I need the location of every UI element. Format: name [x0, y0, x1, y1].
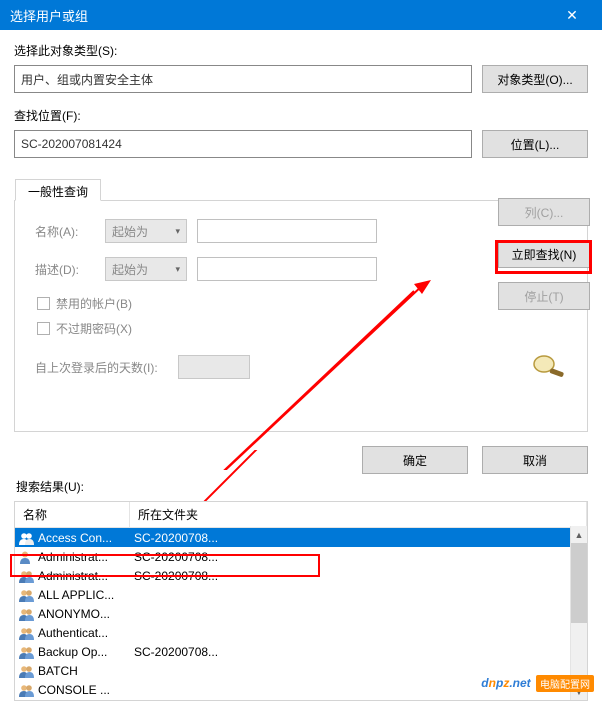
- non-expiring-password-label: 不过期密码(X): [56, 320, 132, 337]
- cell-name: Authenticat...: [15, 626, 130, 640]
- chevron-down-icon: ▾: [175, 264, 180, 275]
- cell-name: BATCH: [15, 664, 130, 678]
- description-combo[interactable]: 起始为▾: [105, 257, 187, 281]
- disabled-accounts-label: 禁用的帐户(B): [56, 295, 132, 312]
- columns-button[interactable]: 列(C)...: [498, 198, 590, 226]
- table-row[interactable]: ALL APPLIC...: [15, 585, 587, 604]
- object-types-button[interactable]: 对象类型(O)...: [482, 65, 588, 93]
- non-expiring-password-checkbox[interactable]: [37, 322, 50, 335]
- object-type-label: 选择此对象类型(S):: [14, 42, 588, 59]
- days-since-logon-label: 自上次登录后的天数(I):: [35, 359, 158, 376]
- chevron-down-icon: ▾: [175, 226, 180, 237]
- cell-name: Backup Op...: [15, 645, 130, 659]
- cell-name: CONSOLE ...: [15, 683, 130, 697]
- cell-name: Administrat...: [15, 569, 130, 583]
- name-input[interactable]: [197, 219, 377, 243]
- close-icon[interactable]: ✕: [552, 7, 592, 24]
- window-title: 选择用户或组: [10, 6, 88, 25]
- cell-location: SC-20200708...: [130, 645, 587, 659]
- cell-name: ALL APPLIC...: [15, 588, 130, 602]
- cell-name: ANONYMO...: [15, 607, 130, 621]
- column-location[interactable]: 所在文件夹: [130, 502, 587, 527]
- tab-common-queries[interactable]: 一般性查询: [15, 179, 101, 201]
- table-row[interactable]: Administrat...SC-20200708...: [15, 566, 587, 585]
- cancel-button[interactable]: 取消: [482, 446, 588, 474]
- table-row[interactable]: Authenticat...: [15, 623, 587, 642]
- scrollbar-thumb[interactable]: [571, 543, 587, 623]
- cell-name: Administrat...: [15, 550, 130, 564]
- titlebar: 选择用户或组 ✕: [0, 0, 602, 30]
- scroll-up-icon[interactable]: ▲: [571, 526, 587, 543]
- search-results-label: 搜索结果(U):: [16, 478, 586, 495]
- table-row[interactable]: Access Con...SC-20200708...: [15, 528, 587, 547]
- disabled-accounts-checkbox[interactable]: [37, 297, 50, 310]
- watermark: dnpz.net 电脑配置网: [481, 667, 594, 693]
- table-row[interactable]: Backup Op...SC-20200708...: [15, 642, 587, 661]
- magnifier-icon: [530, 352, 570, 380]
- table-row[interactable]: ANONYMO...: [15, 604, 587, 623]
- grid-header: 名称 所在文件夹: [15, 502, 587, 528]
- ok-button[interactable]: 确定: [362, 446, 468, 474]
- name-label: 名称(A):: [35, 223, 95, 240]
- stop-button[interactable]: 停止(T): [498, 282, 590, 310]
- table-row[interactable]: Administrat...SC-20200708...: [15, 547, 587, 566]
- description-label: 描述(D):: [35, 261, 95, 278]
- location-label: 查找位置(F):: [14, 107, 588, 124]
- locations-button[interactable]: 位置(L)...: [482, 130, 588, 158]
- cell-name: Access Con...: [15, 531, 130, 545]
- location-field[interactable]: SC-202007081424: [14, 130, 472, 158]
- find-now-button[interactable]: 立即查找(N): [498, 240, 590, 268]
- cell-location: SC-20200708...: [130, 550, 587, 564]
- description-input[interactable]: [197, 257, 377, 281]
- object-type-field[interactable]: 用户、组或内置安全主体: [14, 65, 472, 93]
- name-combo[interactable]: 起始为▾: [105, 219, 187, 243]
- cell-location: SC-20200708...: [130, 531, 587, 545]
- days-since-logon-combo[interactable]: [178, 355, 250, 379]
- column-name[interactable]: 名称: [15, 502, 130, 527]
- cell-location: SC-20200708...: [130, 569, 587, 583]
